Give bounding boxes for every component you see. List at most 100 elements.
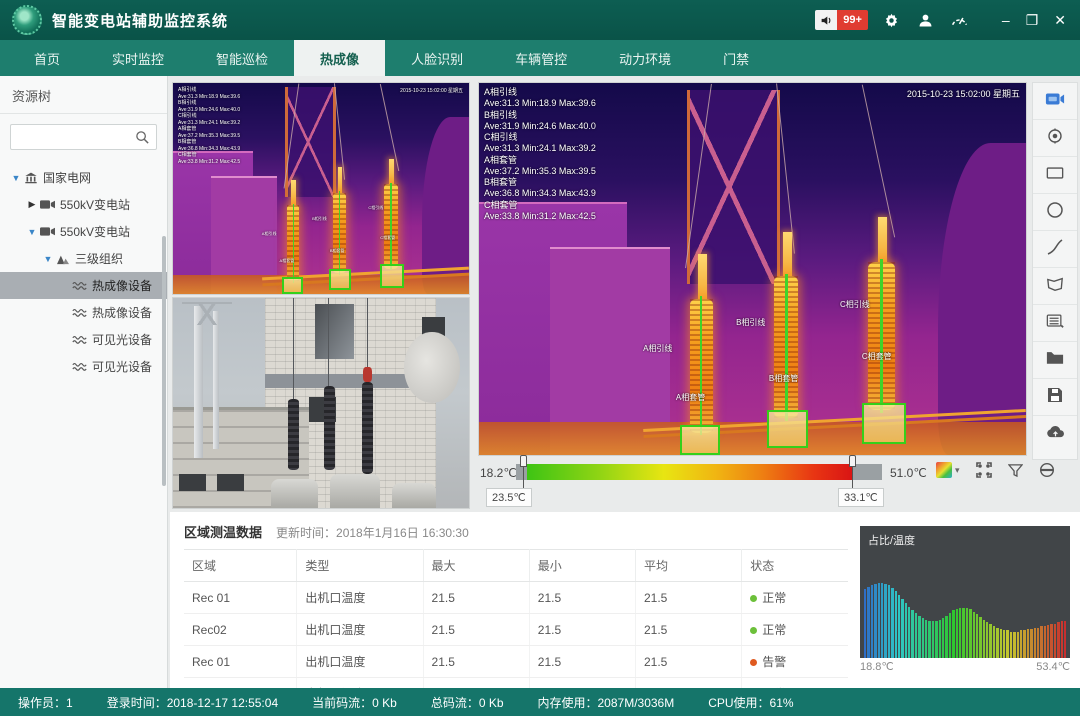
reading-values-5: Ave:33.8 Min:31.2 Max:42.5: [484, 211, 596, 222]
detect-area-3: [862, 403, 906, 444]
part-label-3: A相套管: [280, 258, 295, 264]
thermal-readings-overlay-small: A相引线Ave:31.3 Min:18.9 Max:39.6B相引线Ave:31…: [178, 87, 240, 165]
low-temp-handle[interactable]: [520, 455, 527, 467]
tree-item-label: 国家电网: [43, 169, 91, 186]
high-temp-handle[interactable]: [849, 455, 856, 467]
hist-bar: [976, 614, 978, 658]
hist-bar: [884, 584, 886, 658]
histogram-min-label: 18.8℃: [860, 660, 894, 673]
save-tool-button[interactable]: [1033, 379, 1077, 416]
list-tool-button[interactable]: [1033, 305, 1077, 342]
table-row-2[interactable]: Rec 01 出机口温度 21.5 21.5 21.5 告警: [184, 646, 848, 678]
expander-icon[interactable]: ▶: [26, 199, 38, 210]
hist-bar: [1003, 630, 1005, 658]
wave-icon: [72, 334, 87, 345]
expander-icon[interactable]: ▼: [26, 227, 38, 237]
folder-tool-button[interactable]: [1033, 342, 1077, 379]
tree-item-3[interactable]: ▼ 三级组织: [0, 245, 167, 272]
settings-gear-icon[interactable]: [882, 10, 902, 30]
hist-bar: [952, 610, 954, 658]
performance-gauge-icon[interactable]: [950, 10, 970, 30]
cell-status: 正常: [742, 582, 848, 614]
tree-item-0[interactable]: ▼ 国家电网: [0, 164, 167, 191]
cell-avg: 21.5: [636, 614, 742, 646]
polygon-tool-button[interactable]: [1033, 268, 1077, 305]
video-tool-button[interactable]: [1033, 83, 1077, 120]
hist-bar: [973, 612, 975, 658]
hist-bar: [989, 624, 991, 658]
expander-icon[interactable]: ▼: [42, 254, 54, 264]
thermal-main-pane[interactable]: A相引线B相引线C相引线A相套管B相套管C相套管 A相引线Ave:31.3 Mi…: [478, 82, 1027, 456]
tab-3[interactable]: 热成像: [294, 40, 385, 76]
search-icon[interactable]: [135, 130, 150, 150]
low-temp-tooltip: 23.5℃: [486, 488, 532, 507]
tree-item-label: 550kV变电站: [60, 223, 130, 240]
temperature-gradient-bar[interactable]: [516, 464, 882, 480]
org-icon: [56, 253, 70, 265]
tree-item-4[interactable]: 热成像设备: [0, 272, 167, 299]
maximize-button[interactable]: ❐: [1026, 10, 1039, 30]
cell-area: Rec 01: [184, 646, 297, 678]
table-header-row: 区域类型最大最小平均状态: [184, 550, 848, 582]
minimize-button[interactable]: –: [1002, 10, 1010, 30]
notification-button[interactable]: 99+: [815, 10, 868, 30]
hist-bar: [908, 607, 910, 658]
polygon-icon: [1046, 276, 1064, 297]
cell-status: 告警: [742, 646, 848, 678]
tab-5[interactable]: 车辆管控: [489, 40, 593, 76]
hist-bar: [1034, 628, 1036, 658]
filter-funnel-button[interactable]: [1008, 463, 1023, 478]
hist-bar: [1057, 622, 1059, 658]
hist-bar: [874, 584, 876, 658]
tab-4[interactable]: 人脸识别: [385, 40, 489, 76]
tree-item-2[interactable]: ▼ 550kV变电站: [0, 218, 167, 245]
status-item-1: 登录时间：2018-12-17 12:55:04: [107, 694, 278, 711]
tab-7[interactable]: 门禁: [697, 40, 775, 76]
reading-values-4: Ave:36.8 Min:34.3 Max:43.9: [484, 188, 596, 199]
palette-button[interactable]: ▾: [936, 462, 960, 478]
table-row-1[interactable]: Rec02 出机口温度 21.5 21.5 21.5 正常: [184, 614, 848, 646]
building-icon: [24, 171, 38, 184]
thermal-preview-pane[interactable]: A相引线B相引线C相引线A相套管B相套管C相套管 A相引线Ave:31.3 Mi…: [172, 82, 470, 295]
tab-bar: 首页实时监控智能巡检热成像人脸识别车辆管控动力环境门禁: [0, 40, 1080, 76]
circle-tool-button[interactable]: [1033, 194, 1077, 231]
tree-item-6[interactable]: 可见光设备: [0, 326, 167, 353]
table-row-0[interactable]: Rec 01 出机口温度 21.5 21.5 21.5 正常: [184, 582, 848, 614]
tree-item-label: 可见光设备: [92, 358, 152, 375]
tree-item-7[interactable]: 可见光设备: [0, 353, 167, 380]
hist-bar: [1000, 629, 1002, 658]
hist-bar: [969, 609, 971, 658]
col-header-4: 平均: [636, 550, 742, 582]
col-header-5: 状态: [742, 550, 848, 582]
reading-name-2: C相引线: [484, 132, 596, 143]
hist-bar: [1017, 632, 1019, 658]
user-icon[interactable]: [916, 10, 936, 30]
sidebar-scrollbar[interactable]: [162, 236, 166, 486]
isotherm-button[interactable]: [1039, 462, 1055, 478]
close-button[interactable]: ✕: [1054, 10, 1066, 30]
hist-bar: [1054, 624, 1056, 658]
cloud-tool-button[interactable]: [1033, 416, 1077, 453]
high-temp-tooltip: 33.1℃: [838, 488, 884, 507]
status-item-3: 总码流：0 Kb: [431, 694, 504, 711]
line-tool-button[interactable]: [1033, 231, 1077, 268]
fullscreen-button[interactable]: [976, 462, 992, 478]
reading-values-1: Ave:31.9 Min:24.6 Max:40.0: [484, 121, 596, 132]
hist-bar: [986, 622, 988, 658]
part-label-4: B相套管: [769, 373, 798, 384]
rectangle-tool-button[interactable]: [1033, 157, 1077, 194]
tree-item-5[interactable]: 热成像设备: [0, 299, 167, 326]
reading-name-0: A相引线: [484, 87, 596, 98]
tab-1[interactable]: 实时监控: [86, 40, 190, 76]
visible-light-pane[interactable]: [172, 297, 470, 509]
detect-area-1: [282, 277, 303, 294]
hist-bar: [878, 583, 880, 658]
satellite-dish: [404, 332, 460, 403]
tab-6[interactable]: 动力环境: [593, 40, 697, 76]
scale-max-label: 51.0℃: [890, 466, 927, 480]
expander-icon[interactable]: ▼: [10, 173, 22, 183]
target-tool-button[interactable]: [1033, 120, 1077, 157]
tree-item-1[interactable]: ▶ 550kV变电站: [0, 191, 167, 218]
tab-0[interactable]: 首页: [8, 40, 86, 76]
tab-2[interactable]: 智能巡检: [190, 40, 294, 76]
